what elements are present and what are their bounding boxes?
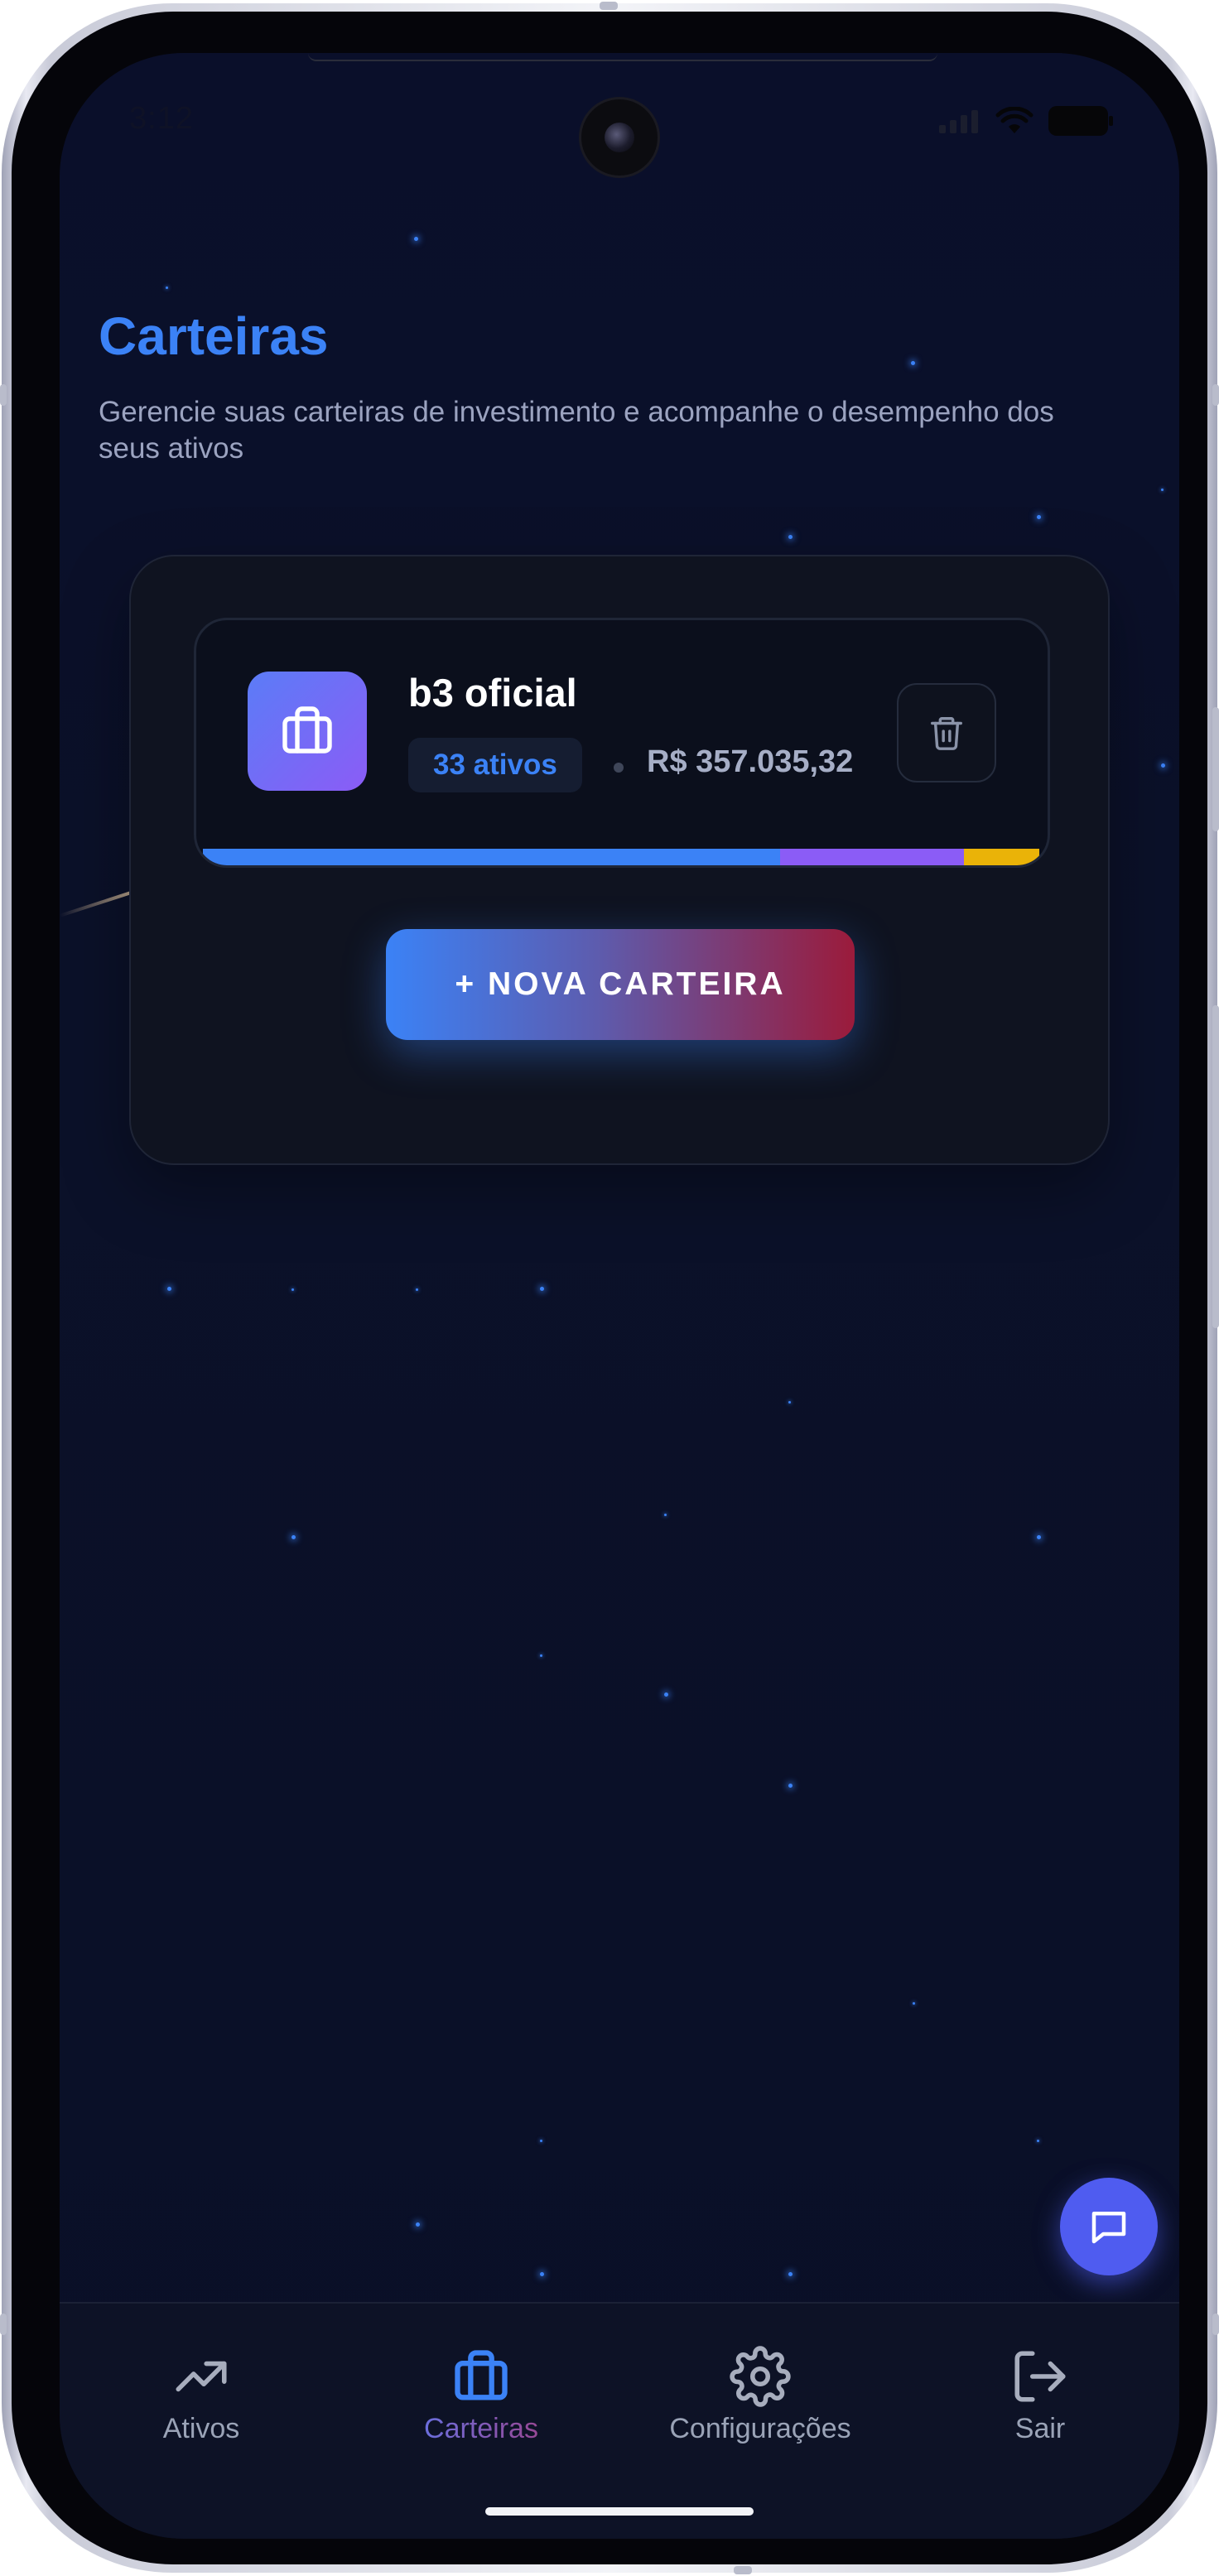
portfolio-name: b3 oficial xyxy=(408,671,577,715)
nav-label: Sair xyxy=(1014,2413,1066,2444)
star-decoration xyxy=(1037,515,1041,519)
nav-label: Carteiras xyxy=(382,2413,581,2445)
nav-item-configuracoes[interactable]: Configurações xyxy=(661,2345,860,2445)
portfolio-card[interactable]: b3 oficial 33 ativos R$ 357.035,32 xyxy=(194,618,1050,868)
separator-dot xyxy=(614,763,624,773)
front-camera xyxy=(581,99,658,176)
star-decoration xyxy=(540,1287,544,1291)
star-decoration xyxy=(1161,763,1165,768)
star-decoration xyxy=(788,1784,793,1788)
star-decoration xyxy=(416,1288,418,1291)
signal-icon xyxy=(939,110,978,133)
app-screen: 3:12 Carteiras Gerencie suas carteiras d… xyxy=(60,53,1179,2539)
wifi-icon xyxy=(995,107,1034,133)
briefcase-icon xyxy=(455,2350,508,2400)
assets-count-badge: 33 ativos xyxy=(408,738,582,792)
new-portfolio-button[interactable]: + NOVA CARTEIRA xyxy=(386,929,855,1040)
star-decoration xyxy=(788,2272,793,2276)
star-decoration xyxy=(1037,2140,1039,2142)
side-button-left-lower xyxy=(0,2314,7,2335)
star-decoration xyxy=(540,2140,542,2142)
side-button-right-lower xyxy=(1212,2314,1219,2335)
battery-icon xyxy=(1048,106,1113,136)
star-decoration xyxy=(911,361,915,365)
phone-bezel: 3:12 Carteiras Gerencie suas carteiras d… xyxy=(12,12,1207,2564)
star-decoration xyxy=(414,237,418,241)
star-decoration xyxy=(664,1514,667,1516)
star-decoration xyxy=(788,1401,791,1404)
allocation-segment xyxy=(964,849,1039,865)
phone-frame: 3:12 Carteiras Gerencie suas carteiras d… xyxy=(0,2,1219,2574)
page-subtitle: Gerencie suas carteiras de investimento … xyxy=(99,396,1054,465)
chat-icon xyxy=(1091,2212,1126,2244)
portfolios-panel: b3 oficial 33 ativos R$ 357.035,32 + NOV… xyxy=(129,555,1110,1165)
logout-icon xyxy=(1014,2351,1066,2402)
nav-item-carteiras[interactable]: Carteiras xyxy=(382,2345,581,2445)
trending-up-icon xyxy=(176,2361,227,2392)
nav-item-sair[interactable]: Sair xyxy=(941,2345,1140,2445)
briefcase-icon xyxy=(248,672,367,791)
star-decoration xyxy=(788,535,793,539)
gear-icon xyxy=(730,2346,791,2407)
allocation-segment xyxy=(779,849,965,865)
star-decoration xyxy=(913,2002,915,2005)
nav-label: Configurações xyxy=(669,2413,851,2444)
chat-button[interactable] xyxy=(1060,2178,1158,2275)
page-title: Carteiras xyxy=(99,306,329,366)
power-button xyxy=(1212,1005,1219,1328)
star-decoration xyxy=(166,286,168,289)
bottom-sensor xyxy=(734,2566,752,2574)
star-decoration xyxy=(540,1654,542,1657)
star-decoration xyxy=(292,1288,294,1291)
delete-portfolio-button[interactable] xyxy=(897,683,996,782)
star-decoration xyxy=(1037,1535,1041,1539)
allocation-bar xyxy=(203,849,1039,865)
nav-item-ativos[interactable]: Ativos xyxy=(102,2345,301,2445)
speaker-grille xyxy=(308,53,937,61)
home-indicator[interactable] xyxy=(485,2507,754,2516)
side-button-right xyxy=(1212,384,1219,406)
status-icons xyxy=(939,106,1113,136)
volume-up-button xyxy=(1212,707,1219,831)
trash-icon xyxy=(931,717,962,750)
bottom-nav: Ativos Carteiras Configurações Sair xyxy=(60,2302,1179,2539)
star-decoration xyxy=(416,2222,420,2227)
top-sensor xyxy=(600,2,618,10)
star-decoration xyxy=(167,1287,171,1291)
star-decoration xyxy=(292,1535,296,1539)
side-button-left xyxy=(0,384,7,406)
star-decoration xyxy=(664,1692,668,1697)
status-time: 3:12 xyxy=(129,101,194,136)
nav-label: Ativos xyxy=(162,2413,240,2444)
star-decoration xyxy=(540,2272,544,2276)
portfolio-total-value: R$ 357.035,32 xyxy=(647,744,854,779)
star-decoration xyxy=(1161,489,1164,491)
allocation-segment xyxy=(203,849,780,865)
